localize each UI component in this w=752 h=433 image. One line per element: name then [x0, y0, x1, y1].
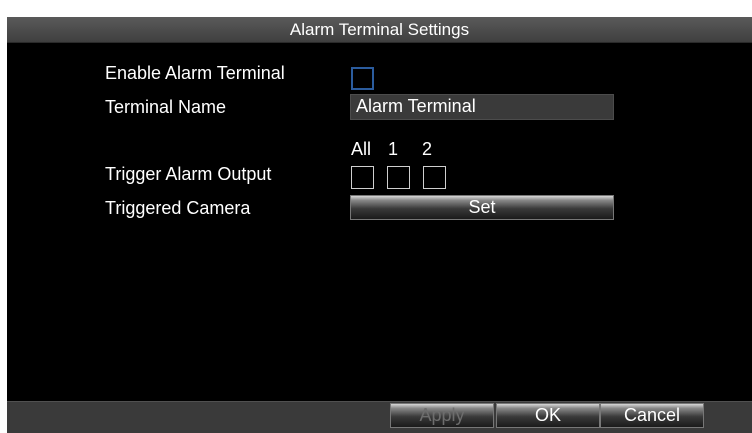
enable-alarm-terminal-label: Enable Alarm Terminal	[105, 63, 285, 83]
output-2-checkbox[interactable]	[423, 166, 446, 189]
cancel-button[interactable]: Cancel	[600, 403, 704, 428]
enable-alarm-terminal-checkbox[interactable]	[351, 67, 374, 90]
output-header-all: All	[351, 139, 372, 159]
apply-button[interactable]: Apply	[390, 403, 494, 428]
alarm-terminal-dialog: Alarm Terminal Settings Enable Alarm Ter…	[7, 17, 752, 433]
trigger-alarm-output-label: Trigger Alarm Output	[105, 164, 272, 184]
terminal-name-label: Terminal Name	[105, 97, 227, 117]
output-all-checkbox[interactable]	[351, 166, 374, 189]
output-header-1: 1	[388, 139, 399, 159]
dialog-title: Alarm Terminal Settings	[289, 20, 470, 39]
title-bar: Alarm Terminal Settings	[7, 17, 752, 43]
set-button[interactable]: Set	[350, 195, 614, 220]
terminal-name-input[interactable]: Alarm Terminal	[350, 94, 614, 120]
triggered-camera-label: Triggered Camera	[105, 198, 251, 218]
ok-button[interactable]: OK	[496, 403, 600, 428]
output-header-2: 2	[422, 139, 433, 159]
output-1-checkbox[interactable]	[387, 166, 410, 189]
